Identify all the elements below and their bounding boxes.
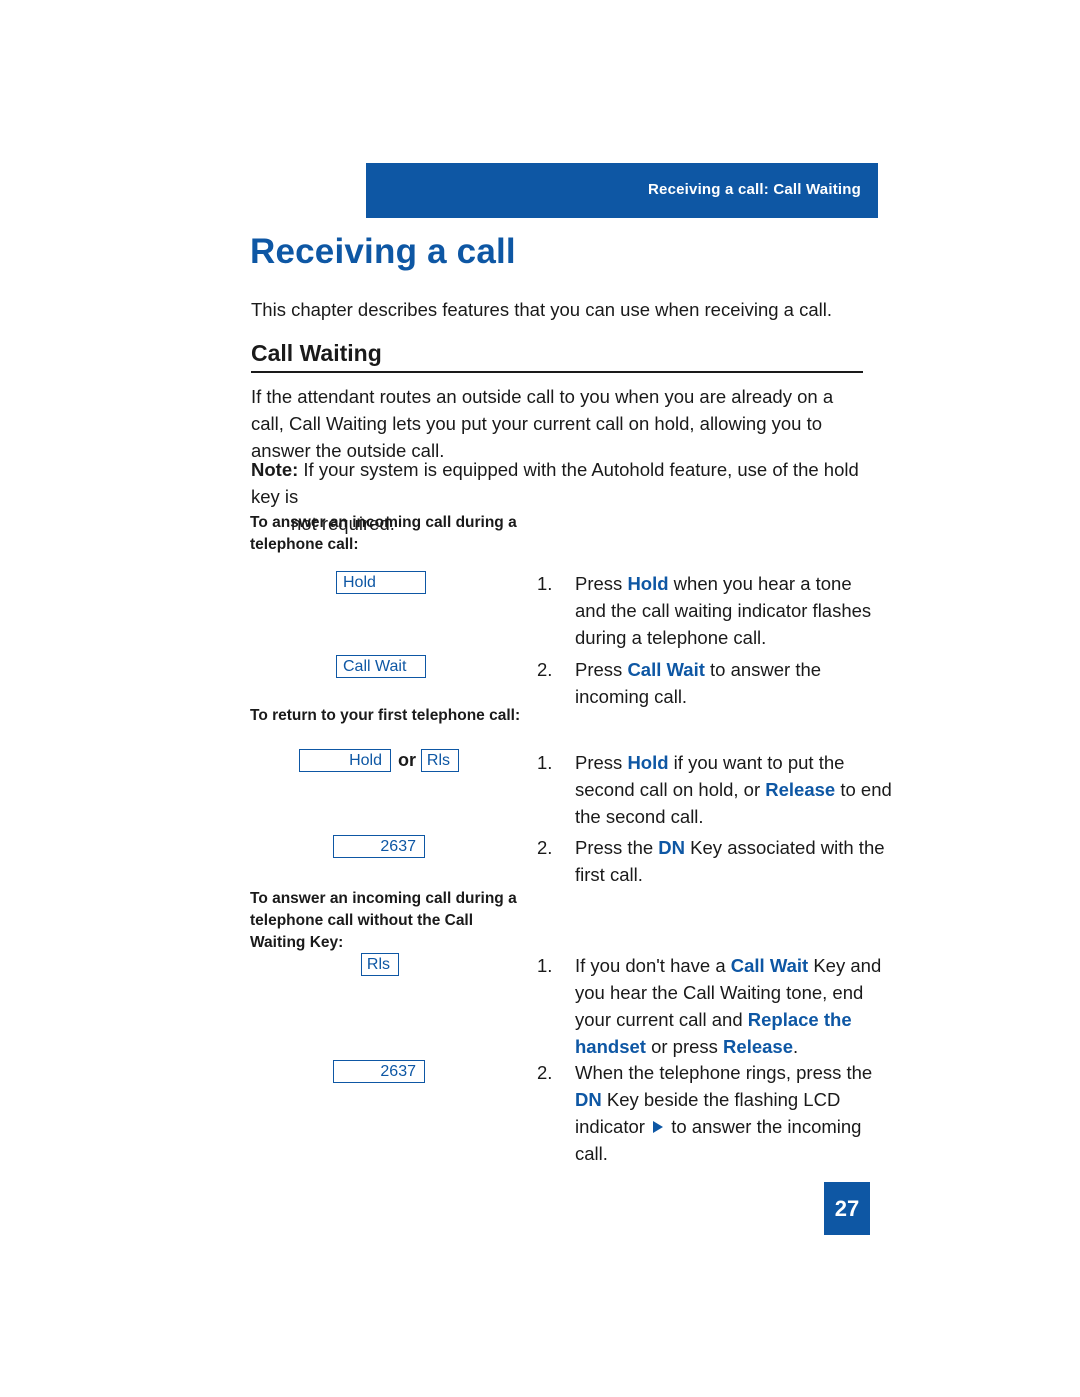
key-call-wait-1[interactable]: Call Wait <box>336 655 426 678</box>
step-g2-1: 1. Press Hold if you want to put the sec… <box>537 749 892 830</box>
key-rls-1[interactable]: Rls <box>421 749 459 772</box>
step-g3-1-number: 1. <box>537 955 553 976</box>
step-g3-2: 2. When the telephone rings, press the D… <box>537 1059 882 1167</box>
running-header-bar: Receiving a call: Call Waiting <box>366 163 878 218</box>
step-g3-2-text: When the telephone rings, press the DN K… <box>575 1059 895 1167</box>
right-arrow-icon <box>653 1121 664 1134</box>
key-dn-2637-1-label: 2637 <box>380 837 416 855</box>
subhead-return-first-call: To return to your first telephone call: <box>250 707 521 724</box>
key-dn-2637-2[interactable]: 2637 <box>333 1060 425 1083</box>
step-g2-1-number: 1. <box>537 752 553 773</box>
step-g2-1-key2: Release <box>765 779 836 800</box>
document-page: Receiving a call: Call Waiting Receiving… <box>0 0 1080 1397</box>
section-paragraph: If the attendant routes an outside call … <box>251 386 834 461</box>
step-g3-1-post: . <box>793 1036 799 1057</box>
intro-paragraph: This chapter describes features that you… <box>251 299 833 320</box>
step-g3-2-number: 2. <box>537 1062 553 1083</box>
step-g3-1-pre: If you don't have a <box>575 955 731 976</box>
note-text: If your system is equipped with the Auto… <box>251 459 859 507</box>
key-rls-2[interactable]: Rls <box>361 953 399 976</box>
step-g3-1-key: Call Wait <box>730 955 809 976</box>
step-g3-2-pre: When the telephone rings, press the <box>575 1062 873 1083</box>
key-hold-1[interactable]: Hold <box>336 571 426 594</box>
step-g2-1-text: Press Hold if you want to put the second… <box>575 749 895 830</box>
key-hold-2[interactable]: Hold <box>299 749 391 772</box>
key-call-wait-1-label: Call Wait <box>343 657 407 675</box>
step-g1-1: 1. Press Hold when you hear a tone and t… <box>537 570 877 651</box>
key-hold-2-label: Hold <box>349 751 382 769</box>
subhead-answer-incoming: To answer an incoming call during a tele… <box>250 514 517 553</box>
step-g1-2-key: Call Wait <box>627 659 705 680</box>
step-g3-1-text: If you don't have a Call Wait Key and yo… <box>575 952 897 1060</box>
step-g1-1-number: 1. <box>537 573 553 594</box>
step-g1-2-pre: Press <box>575 659 628 680</box>
step-g1-2-number: 2. <box>537 659 553 680</box>
step-g2-2-text: Press the DN Key associated with the fir… <box>575 834 895 888</box>
step-g2-2: 2. Press the DN Key associated with the … <box>537 834 885 888</box>
step-g2-1-pre: Press <box>575 752 628 773</box>
key-rls-2-label: Rls <box>366 955 390 973</box>
key-rls-1-label: Rls <box>426 751 450 769</box>
step-g1-1-text: Press Hold when you hear a tone and the … <box>575 570 875 651</box>
page-title: Receiving a call <box>250 232 516 271</box>
step-g1-1-pre: Press <box>575 573 628 594</box>
step-g3-1: 1. If you don't have a Call Wait Key and… <box>537 952 882 1060</box>
page-number: 27 <box>834 1195 860 1221</box>
key-dn-2637-2-label: 2637 <box>380 1062 416 1080</box>
key-hold-1-label: Hold <box>343 573 376 591</box>
step-g1-2-text: Press Call Wait to answer the incoming c… <box>575 656 875 710</box>
step-g1-1-key: Hold <box>627 573 669 594</box>
subhead-no-call-wait-key: To answer an incoming call during a tele… <box>250 890 517 951</box>
section-divider <box>251 371 863 373</box>
page-number-badge: 27 <box>824 1182 870 1235</box>
step-g2-2-pre: Press the <box>575 837 659 858</box>
step-g2-2-number: 2. <box>537 837 553 858</box>
running-header-text: Receiving a call: Call Waiting <box>648 181 861 198</box>
step-g3-1-mid2: or press <box>645 1036 724 1057</box>
step-g2-1-key: Hold <box>627 752 669 773</box>
step-g1-2: 2. Press Call Wait to answer the incomin… <box>537 656 877 710</box>
section-heading: Call Waiting <box>251 340 382 366</box>
note-label: Note: <box>251 459 299 480</box>
step-g3-1-key3: Release <box>723 1036 793 1057</box>
or-separator: or <box>398 750 416 770</box>
step-g2-2-key: DN <box>658 837 686 858</box>
key-dn-2637-1[interactable]: 2637 <box>333 835 425 858</box>
step-g3-2-key: DN <box>575 1089 602 1110</box>
